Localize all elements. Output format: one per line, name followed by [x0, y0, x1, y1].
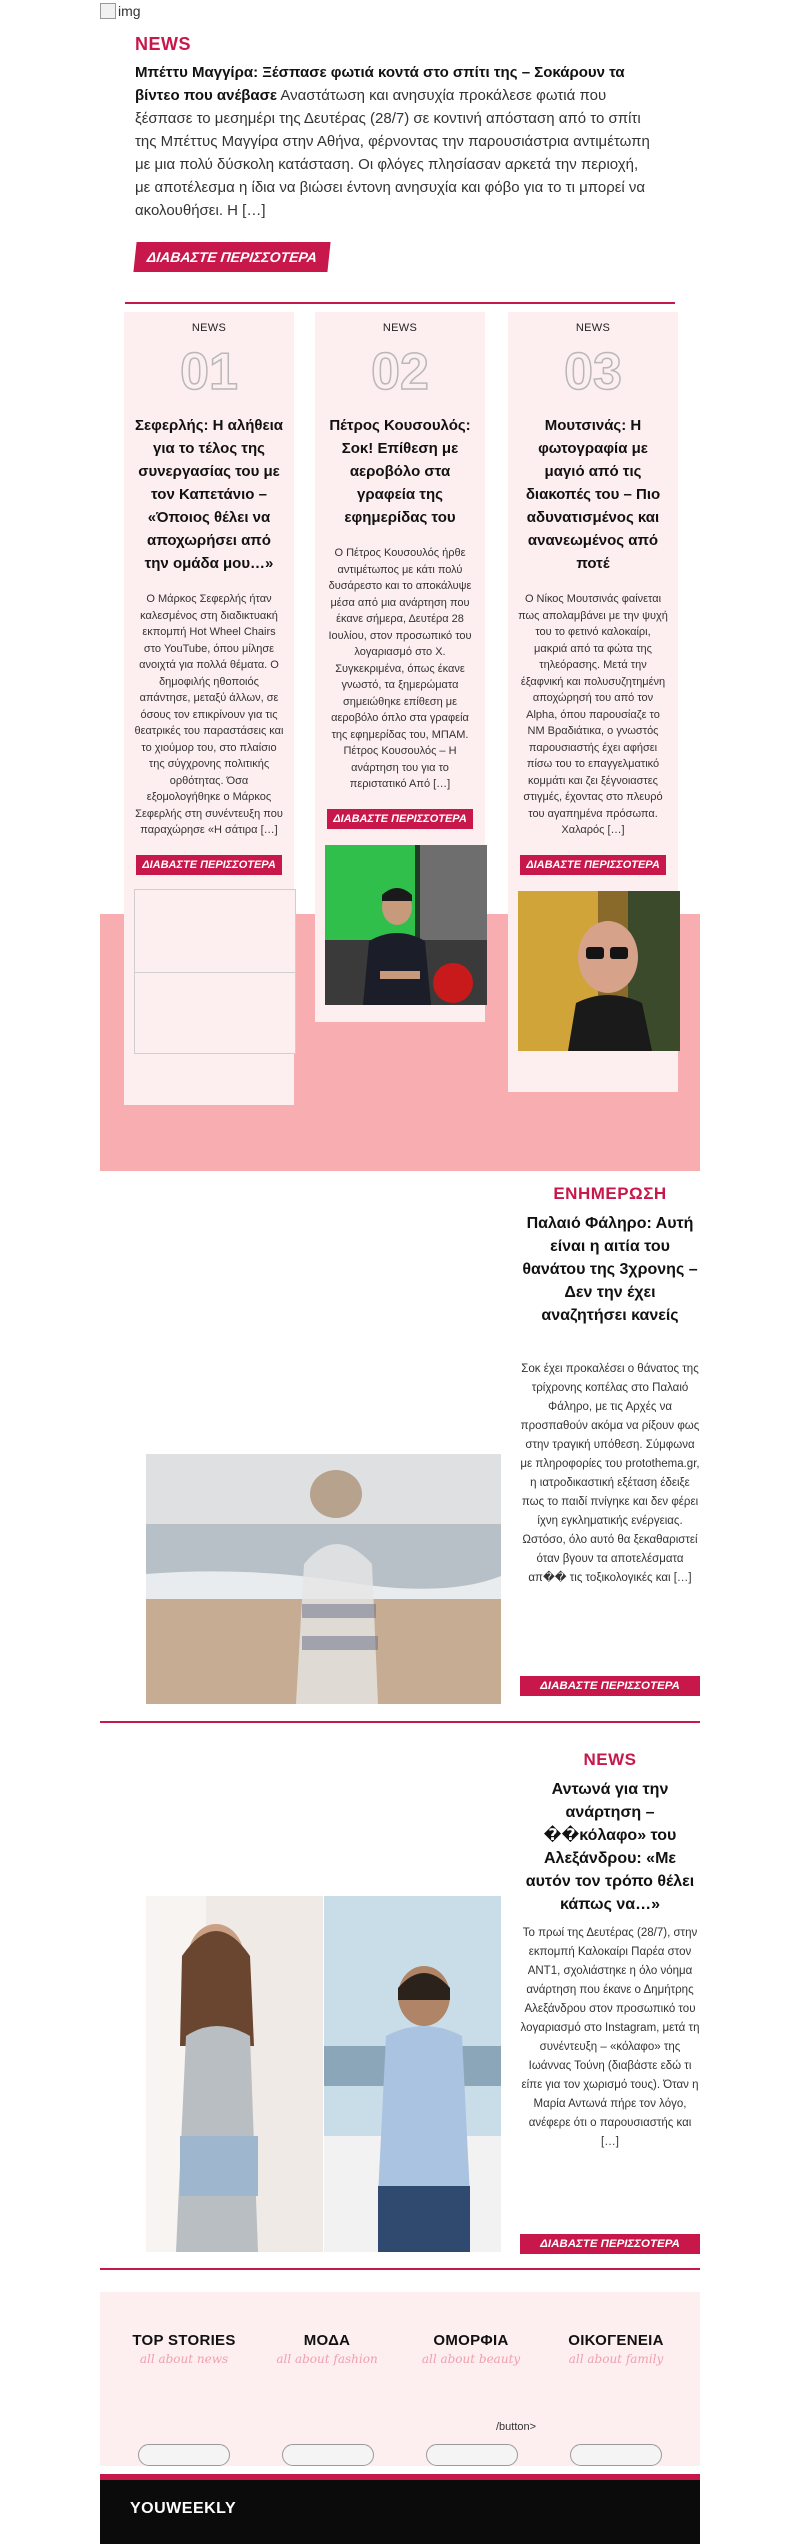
footer-section-title[interactable]: ΟΜΟΡΦΙΑ: [401, 2332, 541, 2349]
divider: [100, 2268, 700, 2270]
column-title[interactable]: Σεφερλής: Η αλήθεια για το τέλος της συν…: [134, 414, 284, 575]
couple-split-photo: [146, 1896, 501, 2252]
hero-category[interactable]: NEWS: [135, 34, 655, 55]
feature-category[interactable]: ΕΝΗΜΕΡΩΣΗ: [520, 1184, 700, 1204]
footer-section-subtitle: all about news: [139, 2352, 229, 2366]
feature-article-1: ΕΝΗΜΕΡΩΣΗ Παλαιό Φάληρο: Αυτή είναι η αι…: [100, 1182, 700, 1704]
man-sunglasses-photo: [518, 890, 680, 1051]
footer-section-subtitle: all about fashion: [276, 2352, 378, 2366]
footer-bar: YOUWEEKLY: [100, 2474, 700, 2544]
broken-image: img: [100, 0, 141, 22]
divider: [100, 1721, 700, 1723]
column-category[interactable]: NEWS: [325, 322, 475, 334]
stray-markup-text: /button>: [496, 2421, 537, 2433]
numbered-article-1: NEWS 01 Σεφερλής: Η αλήθεια για το τέλος…: [124, 312, 296, 1105]
divider: [125, 302, 675, 304]
footer-section-title[interactable]: TOP STORIES: [114, 2332, 254, 2349]
footer-section-button[interactable]: [426, 2444, 518, 2466]
column-image[interactable]: [518, 890, 680, 1051]
column-excerpt: Ο Νίκος Μουτσινάς φαίνεται πως απολαμβάν…: [518, 593, 668, 836]
numbered-article-2: NEWS 02 Πέτρος Κουσουλός: Σοκ! Επίθεση μ…: [315, 312, 487, 1022]
footer-sections: TOP STORIES all about news ΜΟΔΑ all abou…: [100, 2292, 700, 2466]
feature-read-more-button[interactable]: ΔΙΑΒΑΣΤΕ ΠΕΡΙΣΣΟΤΕΡΑ: [520, 2234, 700, 2254]
column-excerpt: Ο Πέτρος Κουσουλός ήρθε αντιμέτωπος με κ…: [328, 547, 472, 790]
footer-section-button[interactable]: [138, 2444, 230, 2466]
feature-image[interactable]: [146, 1896, 501, 2252]
footer-section-button[interactable]: [282, 2444, 374, 2466]
feature-read-more-button[interactable]: ΔΙΑΒΑΣΤΕ ΠΕΡΙΣΣΟΤΕΡΑ: [520, 1676, 700, 1696]
footer-section-subtitle: all about family: [568, 2352, 664, 2366]
feature-title[interactable]: Παλαιό Φάληρο: Αυτή είναι η αιτία του θα…: [520, 1212, 700, 1327]
hero-body: Μπέττυ Μαγγίρα: Ξέσπασε φωτιά κοντά στο …: [135, 61, 655, 222]
column-image-placeholder[interactable]: [134, 888, 296, 1054]
column-category[interactable]: NEWS: [518, 322, 668, 334]
footer-section-family[interactable]: ΟΙΚΟΓΕΝΕΙΑ all about family: [546, 2332, 686, 2366]
column-excerpt: Ο Μάρκος Σεφερλής ήταν καλεσμένος στη δι…: [134, 593, 284, 836]
footer-section-beauty[interactable]: ΟΜΟΡΦΙΑ all about beauty: [401, 2332, 541, 2366]
footer-section-subtitle: all about beauty: [421, 2352, 521, 2366]
feature-image[interactable]: [146, 1454, 501, 1704]
broken-image-icon: [100, 3, 116, 19]
column-read-more-button[interactable]: ΔΙΑΒΑΣΤΕ ΠΕΡΙΣΣΟΤΕΡΑ: [520, 854, 666, 875]
feature-title[interactable]: Αντωνά για την ανάρτηση – ��κόλαφο» του …: [520, 1778, 700, 1916]
beach-blurred-photo: [146, 1454, 501, 1704]
footer-section-title[interactable]: ΟΙΚΟΓΕΝΕΙΑ: [546, 2332, 686, 2349]
column-read-more-button[interactable]: ΔΙΑΒΑΣΤΕ ΠΕΡΙΣΣΟΤΕΡΑ: [136, 854, 282, 875]
feature-article-2: NEWS Αντωνά για την ανάρτηση – ��κόλαφο»…: [100, 1746, 700, 2266]
column-title[interactable]: Πέτρος Κουσουλός: Σοκ! Επίθεση με αεροβό…: [325, 414, 475, 529]
column-number: 02: [370, 342, 429, 402]
numbered-article-3: NEWS 03 Μουτσινάς: Η φωτογραφία με μαγιό…: [508, 312, 680, 1092]
hero-article: NEWS Μπέττυ Μαγγίρα: Ξέσπασε φωτιά κοντά…: [133, 34, 655, 272]
footer-section-fashion[interactable]: ΜΟΔΑ all about fashion: [257, 2332, 397, 2366]
column-title[interactable]: Μουτσινάς: Η φωτογραφία με μαγιό από τις…: [518, 414, 668, 575]
broken-image-alt: img: [118, 3, 141, 19]
footer-section-button[interactable]: [570, 2444, 662, 2466]
feature-excerpt: Σοκ έχει προκαλέσει ο θάνατος της τρίχρο…: [520, 1363, 700, 1584]
column-number: 03: [563, 342, 622, 402]
man-green-screen-photo: [325, 844, 487, 1005]
column-read-more-button[interactable]: ΔΙΑΒΑΣΤΕ ΠΕΡΙΣΣΟΤΕΡΑ: [327, 808, 473, 829]
footer-section-title[interactable]: ΜΟΔΑ: [257, 2332, 397, 2349]
feature-category[interactable]: NEWS: [520, 1750, 700, 1770]
column-image[interactable]: [325, 844, 487, 1005]
column-number: 01: [179, 342, 238, 402]
hero-excerpt: Αναστάτωση και ανησυχία προκάλεσε φωτιά …: [135, 87, 650, 219]
feature-excerpt: Το πρωί της Δευτέρας (28/7), στην εκπομπ…: [520, 1927, 700, 2148]
site-logo[interactable]: YOUWEEKLY: [130, 2500, 236, 2518]
footer-section-top-stories[interactable]: TOP STORIES all about news: [114, 2332, 254, 2366]
hero-read-more-button[interactable]: ΔΙΑΒΑΣΤΕ ΠΕΡΙΣΣΟΤΕΡΑ: [133, 242, 331, 272]
column-category[interactable]: NEWS: [134, 322, 284, 334]
